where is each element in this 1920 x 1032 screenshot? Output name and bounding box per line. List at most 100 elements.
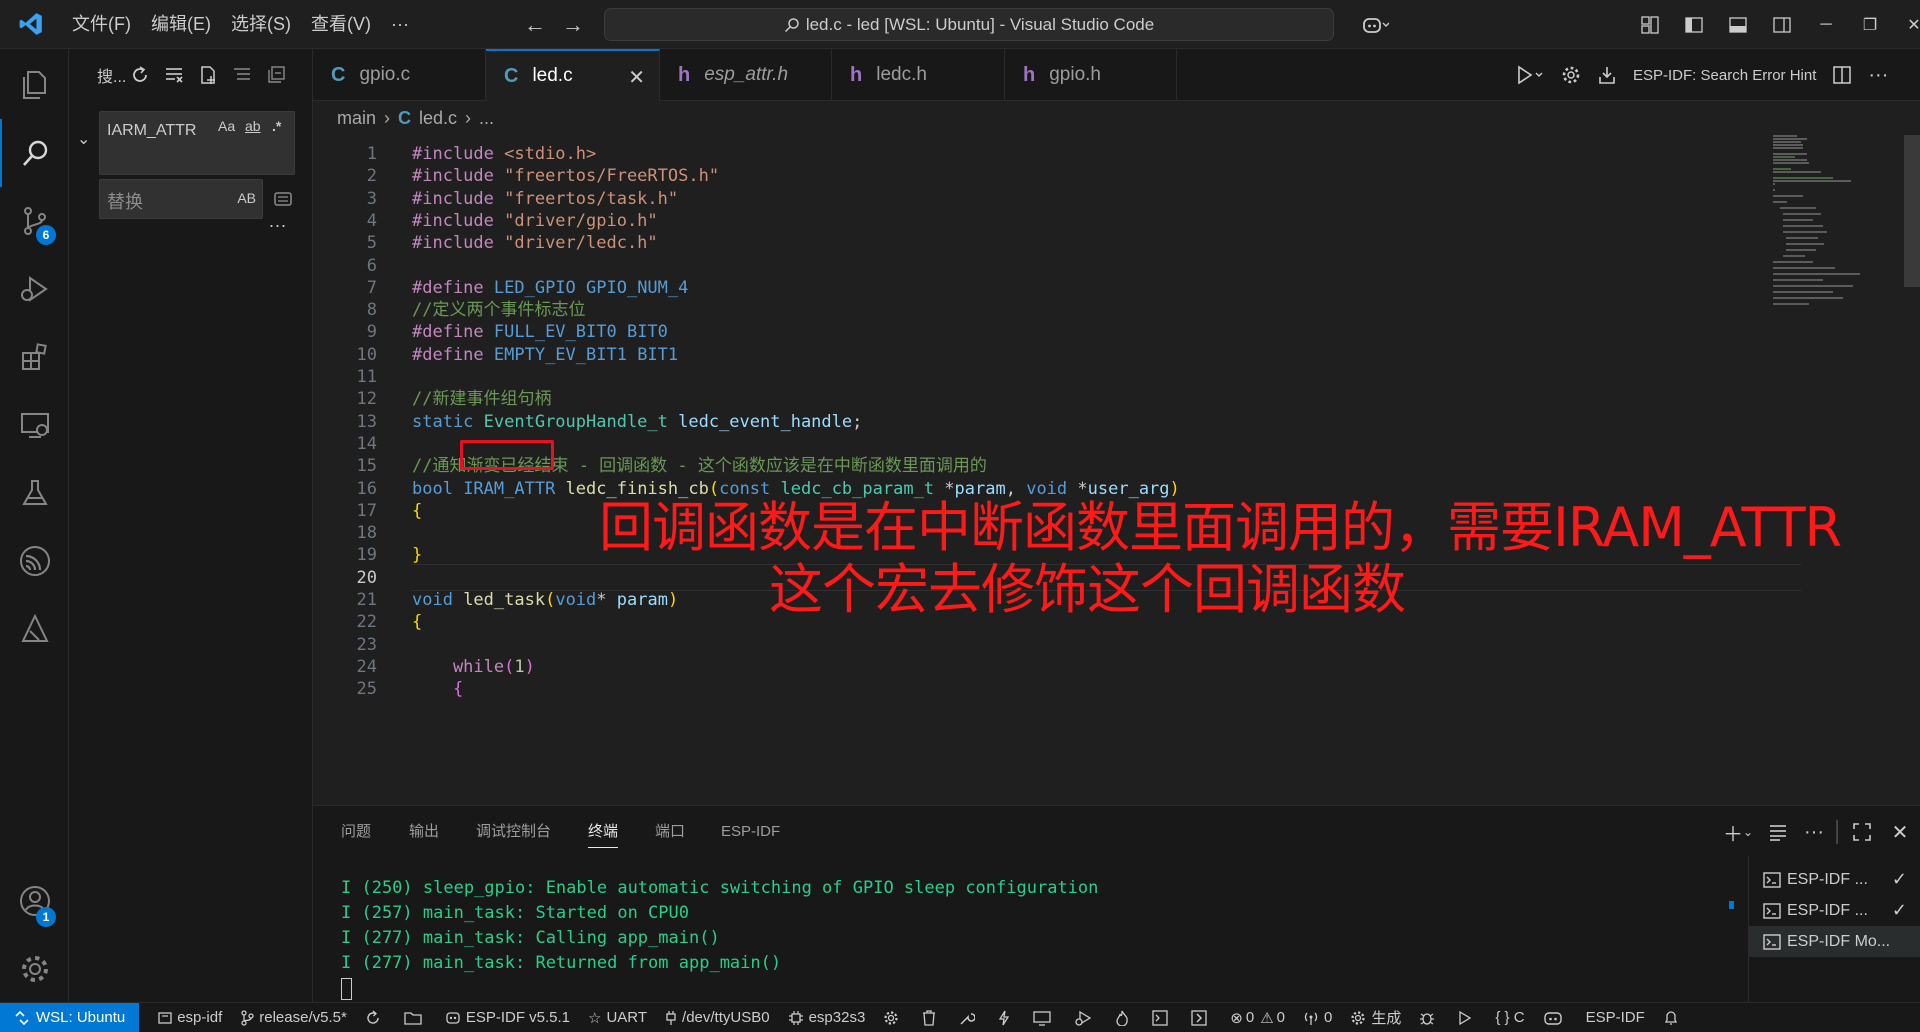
code-editor[interactable]: 1 2 3 4 5 6 7 8 9 10 11 12 13 14 15 16 17 18 19 20 21 22 23 24 2… bbox=[313, 135, 1920, 805]
tab-led-c[interactable]: C led.c ✕ bbox=[486, 49, 660, 101]
kill-terminal-list-icon[interactable] bbox=[1760, 806, 1796, 858]
extensions-icon[interactable] bbox=[0, 323, 69, 391]
debug-icon[interactable] bbox=[1074, 1010, 1097, 1026]
menu-view[interactable]: 查看(V) bbox=[301, 0, 381, 49]
menu-more[interactable]: ··· bbox=[381, 0, 419, 49]
back-arrow-icon[interactable]: ← bbox=[516, 12, 554, 38]
build-item[interactable]: 生成 bbox=[1350, 1007, 1401, 1028]
replace-input[interactable]: 替换 AB bbox=[99, 179, 263, 219]
search-icon[interactable] bbox=[0, 119, 69, 187]
panel-tab-output[interactable]: 输出 bbox=[409, 806, 439, 858]
esp-idf-terminal-icon[interactable] bbox=[1152, 1009, 1173, 1026]
menu-selection[interactable]: 选择(S) bbox=[221, 0, 301, 49]
build-flash-monitor-flame-icon[interactable] bbox=[1115, 1010, 1134, 1026]
maximize-panel-icon[interactable] bbox=[1844, 806, 1880, 858]
terminal-item-3[interactable]: ESP-IDF Mo... bbox=[1749, 926, 1920, 957]
more-actions-icon[interactable]: ··· bbox=[1860, 49, 1896, 101]
testing-icon[interactable] bbox=[0, 459, 69, 527]
terminal-output[interactable]: I (250) sleep_gpio: Enable automatic swi… bbox=[341, 876, 1741, 1000]
tab-esp-attr-h[interactable]: h esp_attr.h bbox=[660, 49, 832, 101]
monitor-icon[interactable] bbox=[1033, 1010, 1056, 1026]
toggle-secondary-sidebar-icon[interactable] bbox=[1760, 0, 1804, 49]
minimize-icon[interactable]: ─ bbox=[1804, 0, 1848, 49]
terminal-item-2[interactable]: ESP-IDF ... ✓ bbox=[1749, 895, 1920, 926]
menu-edit[interactable]: 编辑(E) bbox=[141, 0, 221, 49]
problems-item[interactable]: ⊗ 0 ⚠ 0 bbox=[1230, 1009, 1285, 1027]
panel-tab-debug-console[interactable]: 调试控制台 bbox=[476, 806, 551, 858]
notifications-bell-icon[interactable] bbox=[1663, 1010, 1684, 1026]
sync-icon[interactable] bbox=[365, 1010, 386, 1026]
panel-tab-terminal[interactable]: 终端 bbox=[588, 806, 619, 858]
panel-more-icon[interactable]: ··· bbox=[1796, 806, 1832, 858]
use-regex-icon[interactable]: .* bbox=[272, 118, 281, 134]
explorer-icon[interactable] bbox=[0, 51, 69, 119]
panel-tab-problems[interactable]: 问题 bbox=[341, 806, 371, 858]
breadcrumb-symbol[interactable]: ... bbox=[479, 108, 494, 129]
idf-version-item[interactable]: ESP-IDF v5.5.1 bbox=[445, 1009, 570, 1026]
menu-file[interactable]: 文件(F) bbox=[62, 0, 141, 49]
code-content[interactable]: #include <stdio.h> #include "freertos/Fr… bbox=[412, 135, 1802, 805]
settings-gear-icon[interactable] bbox=[1553, 49, 1589, 101]
ports-forwarded-item[interactable]: 0 bbox=[1303, 1009, 1332, 1026]
replace-all-icon[interactable] bbox=[272, 187, 294, 214]
language-mode-item[interactable]: { } C bbox=[1495, 1009, 1524, 1026]
project-item[interactable]: esp-idf bbox=[158, 1009, 222, 1026]
run-debug-icon[interactable] bbox=[0, 255, 69, 323]
flash-download-icon[interactable] bbox=[1589, 49, 1625, 101]
toggle-search-details-icon[interactable]: ... bbox=[269, 211, 287, 232]
close-window-icon[interactable]: ✕ bbox=[1892, 0, 1920, 49]
match-whole-word-icon[interactable]: ab bbox=[245, 118, 261, 134]
new-terminal-plus-icon[interactable]: ＋ ⌄ bbox=[1716, 806, 1760, 858]
panel-tab-ports[interactable]: 端口 bbox=[655, 806, 685, 858]
build-wrench-icon[interactable] bbox=[959, 1010, 980, 1026]
forward-arrow-icon[interactable]: → bbox=[554, 12, 592, 38]
panel-tab-esp-idf[interactable]: ESP-IDF bbox=[721, 806, 780, 858]
accounts-icon[interactable]: 1 bbox=[0, 867, 69, 935]
tab-ledc-h[interactable]: h ledc.h bbox=[832, 49, 1005, 101]
refresh-icon[interactable] bbox=[123, 58, 157, 92]
bug-icon[interactable] bbox=[1419, 1010, 1440, 1026]
extension-status-item[interactable]: ESP-IDF bbox=[1586, 1009, 1645, 1026]
terminal-item-1[interactable]: ESP-IDF ... ✓ bbox=[1749, 864, 1920, 895]
customize-layout-icon[interactable] bbox=[1628, 0, 1672, 49]
target-item[interactable]: esp32s3 bbox=[788, 1009, 865, 1026]
manage-gear-icon[interactable] bbox=[0, 935, 69, 1003]
esp-idf-search-error-hint[interactable]: ESP-IDF: Search Error Hint bbox=[1633, 67, 1816, 84]
minimap[interactable] bbox=[1750, 135, 1860, 315]
copilot-status-icon[interactable] bbox=[1543, 1010, 1568, 1026]
remote-explorer-icon[interactable] bbox=[0, 391, 69, 459]
toggle-panel-icon[interactable] bbox=[1716, 0, 1760, 49]
preserve-case-icon[interactable]: AB bbox=[237, 190, 256, 206]
match-case-icon[interactable]: Aa bbox=[218, 118, 235, 134]
source-control-icon[interactable]: 6 bbox=[0, 187, 69, 255]
search-input[interactable]: IARM_ATTR Aa ab .* bbox=[99, 111, 295, 175]
toggle-replace-chevron-icon[interactable]: ⌄ bbox=[77, 129, 90, 149]
split-editor-icon[interactable] bbox=[1824, 49, 1860, 101]
command-center-search[interactable]: led.c - led [WSL: Ubuntu] - Visual Studi… bbox=[604, 8, 1334, 41]
sdk-config-gear-icon[interactable] bbox=[883, 1010, 904, 1026]
new-search-editor-icon[interactable] bbox=[191, 58, 225, 92]
execute-task-icon[interactable] bbox=[1191, 1009, 1212, 1026]
copilot-icon[interactable] bbox=[1350, 0, 1400, 49]
tab-gpio-c[interactable]: C gpio.c bbox=[313, 49, 486, 101]
restore-icon[interactable]: ❐ bbox=[1848, 0, 1892, 49]
close-panel-icon[interactable]: ✕ bbox=[1880, 806, 1920, 858]
breadcrumb-file[interactable]: led.c bbox=[419, 108, 457, 129]
breadcrumb-folder[interactable]: main bbox=[337, 108, 376, 129]
full-clean-trash-icon[interactable] bbox=[922, 1009, 941, 1026]
clear-results-icon[interactable] bbox=[157, 58, 191, 92]
editor-scrollbar-thumb[interactable] bbox=[1904, 135, 1920, 287]
close-tab-icon[interactable]: ✕ bbox=[628, 65, 645, 90]
tab-gpio-h[interactable]: h gpio.h bbox=[1005, 49, 1177, 101]
workspace-folder-icon[interactable] bbox=[404, 1010, 427, 1026]
editor-vertical-scrollbar[interactable] bbox=[1904, 135, 1920, 805]
toggle-sidebar-icon[interactable] bbox=[1672, 0, 1716, 49]
view-as-tree-icon[interactable] bbox=[225, 58, 259, 92]
run-icon[interactable] bbox=[1458, 1010, 1477, 1026]
flash-bolt-icon[interactable] bbox=[998, 1010, 1015, 1026]
branch-item[interactable]: release/v5.5* bbox=[240, 1009, 347, 1026]
flash-mode-item[interactable]: ☆ UART bbox=[588, 1009, 647, 1027]
port-item[interactable]: /dev/ttyUSB0 bbox=[665, 1009, 770, 1026]
esp-idf-icon[interactable] bbox=[0, 527, 69, 595]
run-code-icon[interactable] bbox=[1505, 49, 1553, 101]
